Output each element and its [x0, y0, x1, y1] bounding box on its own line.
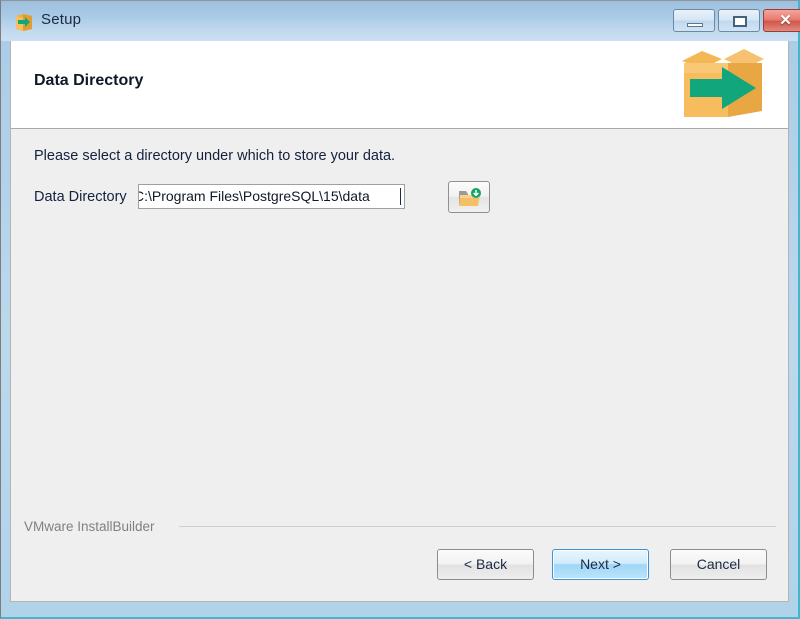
- maximize-icon: [733, 16, 747, 27]
- close-icon: ✕: [779, 12, 792, 29]
- next-button[interactable]: Next >: [552, 549, 649, 580]
- text-caret: [400, 188, 401, 205]
- vendor-brand-label: VMware InstallBuilder: [24, 519, 155, 534]
- minimize-button[interactable]: [673, 9, 715, 32]
- data-directory-input[interactable]: C:\Program Files\PostgreSQL\15\data: [138, 184, 405, 209]
- page-title: Data Directory: [34, 72, 144, 89]
- minimize-icon: [687, 23, 703, 27]
- data-directory-value: C:\Program Files\PostgreSQL\15\data: [138, 188, 370, 204]
- data-directory-label: Data Directory: [34, 189, 127, 205]
- cancel-button[interactable]: Cancel: [670, 549, 767, 580]
- folder-open-icon: [458, 188, 482, 208]
- window-title: Setup: [41, 11, 82, 28]
- close-button[interactable]: ✕: [763, 9, 800, 32]
- back-button[interactable]: < Back: [437, 549, 534, 580]
- browse-directory-button[interactable]: [448, 181, 490, 213]
- page-header: Data Directory: [11, 41, 788, 129]
- installer-box-icon: [14, 12, 34, 32]
- setup-window: Setup ✕ Data Directory Please select a d…: [0, 0, 800, 619]
- dialog-client-area: Data Directory Please select a directory…: [10, 41, 789, 602]
- instruction-text: Please select a directory under which to…: [34, 148, 396, 164]
- maximize-button[interactable]: [718, 9, 760, 32]
- installbuilder-box-arrow-logo: [672, 45, 770, 125]
- page-body: Please select a directory under which to…: [11, 130, 788, 600]
- footer-separator: [179, 526, 776, 527]
- window-title-bar[interactable]: Setup ✕: [1, 1, 800, 41]
